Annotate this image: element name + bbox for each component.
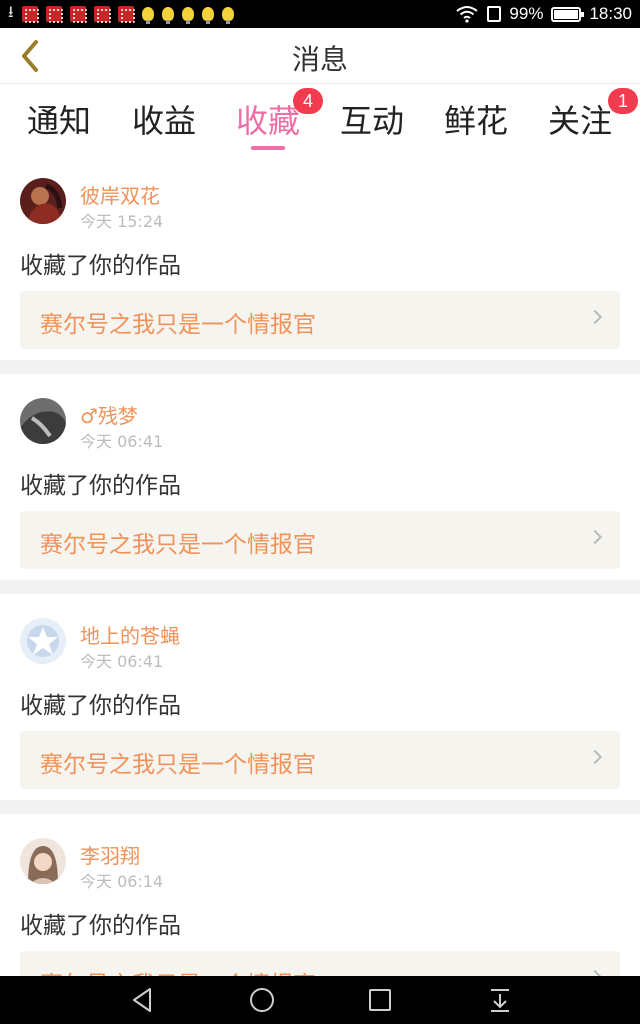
bulb-notification-icon — [201, 7, 214, 24]
work-title: 赛尔号之我只是一个情报官 — [40, 752, 316, 778]
chevron-right-icon — [587, 309, 603, 325]
avatar[interactable] — [20, 398, 66, 444]
tab-label: 收藏 — [235, 102, 300, 140]
system-nav-bar — [0, 976, 640, 1024]
chevron-right-icon — [587, 529, 603, 545]
status-notifications: ⭳ — [8, 1, 234, 28]
app-notification-icon — [45, 6, 63, 23]
tab-label: 互动 — [339, 102, 404, 140]
work-link[interactable]: 赛尔号之我只是一个情报官 — [20, 511, 620, 569]
action-text: 收藏了你的作品 — [20, 913, 181, 939]
app-header: 消息 — [0, 28, 640, 84]
work-link[interactable]: 赛尔号之我只是一个情报官 — [20, 731, 620, 789]
tab-notices[interactable]: 通知 — [14, 96, 104, 148]
timestamp: 今天 06:41 — [80, 432, 164, 451]
tab-flowers[interactable]: 鲜花 — [431, 96, 521, 148]
status-system: 99% 18:30 — [455, 4, 632, 24]
action-text: 收藏了你的作品 — [20, 693, 181, 719]
tab-label: 关注 — [547, 102, 612, 140]
unread-badge: 1 — [608, 88, 638, 114]
timestamp: 今天 06:14 — [80, 872, 164, 891]
status-bar: ⭳ 99% 18:30 — [0, 0, 640, 28]
tab-label: 通知 — [26, 102, 91, 140]
username[interactable]: ♂残梦 — [80, 400, 138, 429]
username[interactable]: 地上的苍蝇 — [80, 620, 180, 649]
notification-pull-icon — [491, 989, 509, 1012]
work-title: 赛尔号之我只是一个情报官 — [40, 965, 316, 976]
tab-follows[interactable]: 关注 1 — [535, 88, 638, 148]
app-notification-icon — [21, 6, 39, 23]
app-notification-icon — [93, 6, 111, 23]
avatar[interactable] — [20, 178, 66, 224]
tab-favorites[interactable]: 收藏 4 — [223, 88, 323, 150]
back-triangle-icon — [133, 988, 151, 1012]
username[interactable]: 李羽翔 — [80, 840, 140, 869]
bulb-notification-icon — [221, 7, 234, 24]
tab-interactions[interactable]: 互动 — [327, 96, 417, 148]
tab-label: 收益 — [131, 102, 196, 140]
notification-card[interactable]: 李羽翔 今天 06:14 收藏了你的作品 赛尔号之我只是一个情报官 — [0, 814, 640, 976]
app-notification-icon — [117, 6, 135, 23]
active-tab-indicator — [251, 146, 285, 150]
notification-card[interactable]: 彼岸双花 今天 15:24 收藏了你的作品 赛尔号之我只是一个情报官 — [0, 154, 640, 360]
nav-home-button[interactable] — [242, 984, 282, 1016]
battery-percent: 99% — [509, 4, 544, 23]
work-link[interactable]: 赛尔号之我只是一个情报官 — [20, 951, 620, 976]
bulb-notification-icon — [141, 7, 154, 24]
sim-icon — [487, 6, 502, 22]
timestamp: 今天 15:24 — [80, 212, 164, 231]
work-title: 赛尔号之我只是一个情报官 — [40, 312, 316, 338]
bulb-notification-icon — [181, 7, 194, 24]
download-icon: ⭳ — [8, 1, 14, 21]
avatar[interactable] — [20, 838, 66, 884]
recents-square-icon — [369, 989, 391, 1011]
clock: 18:30 — [589, 4, 632, 23]
wifi-icon — [456, 6, 479, 23]
nav-notifications-button[interactable] — [480, 984, 520, 1016]
timestamp: 今天 06:41 — [80, 652, 164, 671]
unread-badge: 4 — [293, 88, 323, 114]
nav-back-button[interactable] — [122, 984, 162, 1016]
bulb-notification-icon — [161, 7, 174, 24]
tab-earnings[interactable]: 收益 — [119, 96, 209, 148]
username[interactable]: 彼岸双花 — [80, 180, 160, 209]
action-text: 收藏了你的作品 — [20, 473, 181, 499]
notification-card[interactable]: ♂残梦 今天 06:41 收藏了你的作品 赛尔号之我只是一个情报官 — [0, 374, 640, 580]
notification-list[interactable]: 彼岸双花 今天 15:24 收藏了你的作品 赛尔号之我只是一个情报官 ♂残梦 今… — [0, 154, 640, 976]
chevron-right-icon — [587, 749, 603, 765]
work-link[interactable]: 赛尔号之我只是一个情报官 — [20, 291, 620, 349]
work-title: 赛尔号之我只是一个情报官 — [40, 532, 316, 558]
notification-card[interactable]: 地上的苍蝇 今天 06:41 收藏了你的作品 赛尔号之我只是一个情报官 — [0, 594, 640, 800]
nav-recents-button[interactable] — [360, 984, 400, 1016]
tab-label: 鲜花 — [443, 102, 508, 140]
action-text: 收藏了你的作品 — [20, 253, 181, 279]
tab-bar: 通知 收益 收藏 4 互动 鲜花 关注 1 — [0, 84, 640, 154]
page-title: 消息 — [291, 43, 348, 76]
avatar[interactable] — [20, 618, 66, 664]
home-circle-icon — [250, 988, 274, 1012]
app-notification-icon — [69, 6, 87, 23]
battery-icon — [551, 6, 585, 22]
